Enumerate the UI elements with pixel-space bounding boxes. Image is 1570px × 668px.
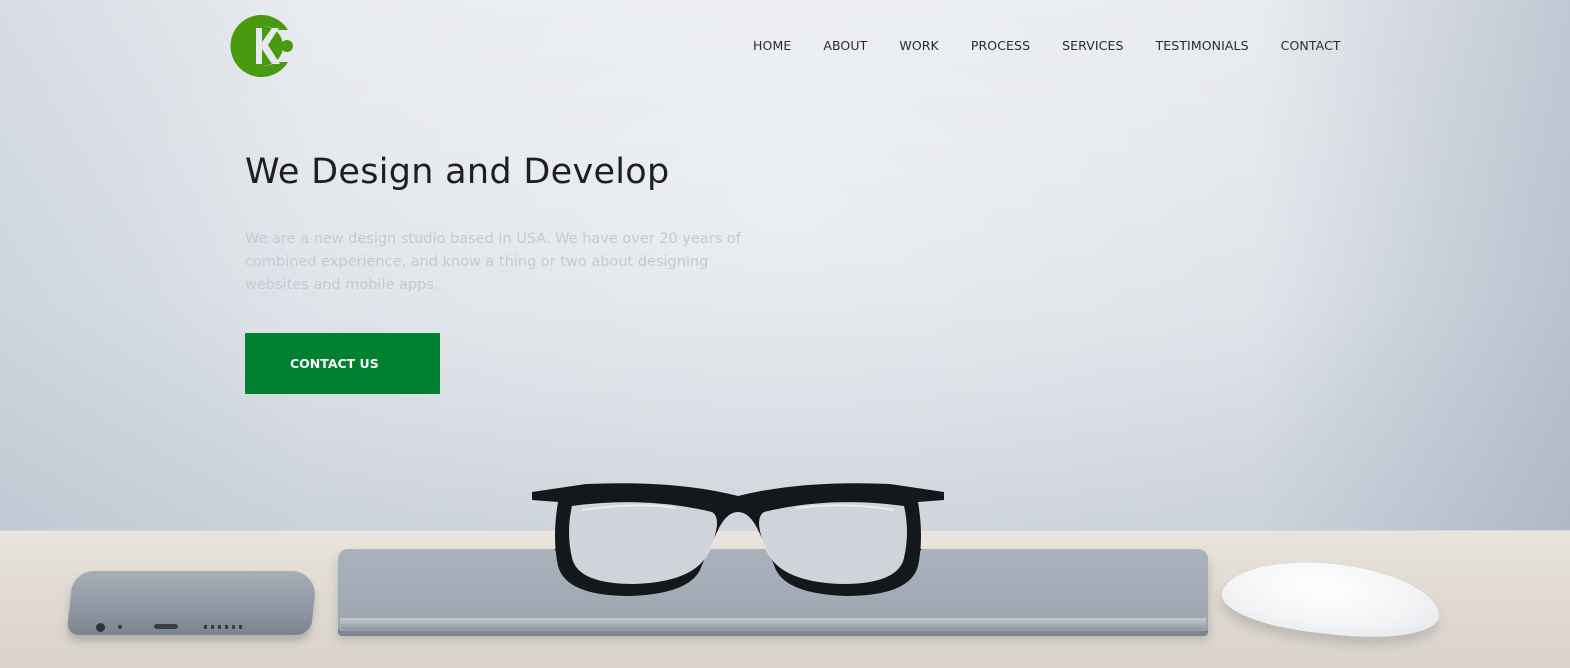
hero-description: We are a new design studio based in USA.… — [245, 231, 741, 293]
laptop-edge — [340, 618, 1206, 630]
nav-item-services[interactable]: SERVICES — [1062, 38, 1123, 56]
nav-item-testimonials[interactable]: TESTIMONIALS — [1156, 38, 1249, 56]
ck-logo-icon[interactable] — [230, 13, 296, 79]
nav-item-home[interactable]: HOME — [753, 38, 791, 56]
phone-ports — [96, 623, 256, 632]
nav-item-contact[interactable]: CONTACT — [1281, 38, 1341, 56]
hero-section — [0, 0, 1570, 668]
hero-title: We Design and Develop — [245, 152, 670, 192]
contact-us-button[interactable]: CONTACT US — [245, 333, 440, 394]
nav-item-about[interactable]: ABOUT — [823, 38, 867, 56]
site-header: HOME ABOUT WORK PROCESS SERVICES TESTIMO… — [0, 0, 1570, 95]
glasses-image — [532, 483, 944, 596]
nav-item-work[interactable]: WORK — [899, 38, 938, 56]
main-nav: HOME ABOUT WORK PROCESS SERVICES TESTIMO… — [753, 38, 1341, 56]
nav-item-process[interactable]: PROCESS — [971, 38, 1030, 56]
